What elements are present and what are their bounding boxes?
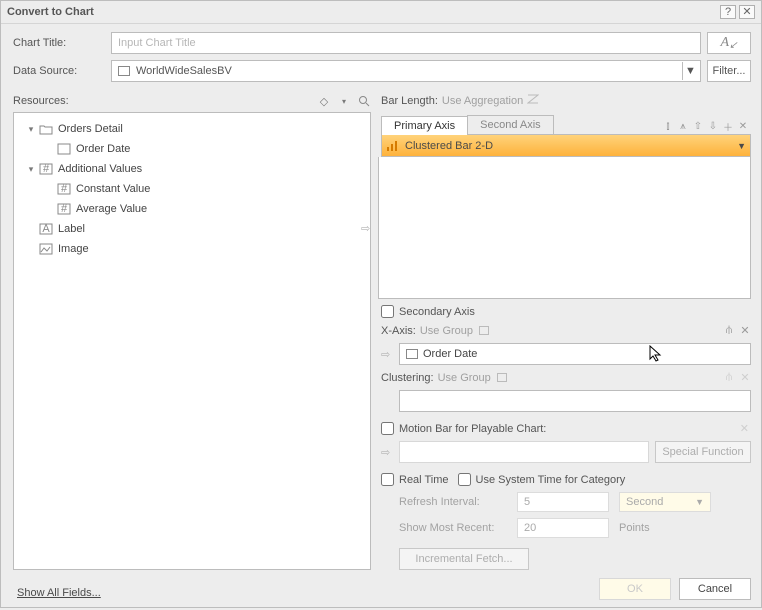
chart-title-label: Chart Title: (13, 37, 105, 49)
chart-title-row: Chart Title: A↙ (13, 32, 751, 54)
clustering-field[interactable] (399, 390, 751, 412)
bar-length-hint: Use Aggregation (442, 95, 523, 107)
sort-icon[interactable]: ◇ (317, 94, 331, 108)
refresh-interval-label: Refresh Interval: (399, 496, 507, 508)
datasource-icon (118, 66, 130, 76)
move-up-icon[interactable]: ⇧ (692, 121, 704, 132)
clustering-label: Clustering: (381, 372, 434, 384)
aggregation-icon (527, 94, 539, 107)
svg-text:#: # (61, 203, 68, 215)
remove-icon: ✕ (740, 422, 749, 435)
dropdown-icon[interactable]: ▼ (737, 141, 746, 151)
chart-type-select[interactable]: Clustered Bar 2-D ▼ (381, 135, 751, 157)
date-icon (56, 142, 72, 156)
data-source-value: WorldWideSalesBV (136, 65, 232, 77)
text-icon: A (38, 222, 54, 236)
tree-node-order-date[interactable]: Order Date (18, 139, 366, 159)
tree-node-additional-values[interactable]: ▾ # Additional Values (18, 159, 366, 179)
refresh-interval-unit[interactable]: Second ▼ (619, 492, 711, 512)
group-icon (497, 373, 507, 382)
move-down-icon[interactable]: ⇩ (707, 121, 719, 132)
font-button[interactable]: A↙ (707, 32, 751, 54)
svg-text:A: A (42, 223, 50, 235)
bar-length-label: Bar Length: (381, 95, 438, 107)
svg-text:#: # (61, 183, 68, 195)
show-all-fields-link[interactable]: Show All Fields... (17, 587, 101, 599)
xaxis-label: X-Axis: (381, 325, 416, 337)
dropdown-icon[interactable]: ▾ (337, 94, 351, 108)
xaxis-hint: Use Group (420, 325, 473, 337)
clustering-hint: Use Group (438, 372, 491, 384)
dropdown-icon[interactable]: ▼ (682, 62, 698, 80)
titlebar: Convert to Chart ? ✕ (1, 1, 761, 24)
remove-icon: ✕ (739, 371, 751, 384)
show-most-recent-label: Show Most Recent: (399, 522, 507, 534)
move-right-icon: ⇨ (381, 348, 395, 361)
move-right-icon: ⇨ (381, 446, 395, 459)
svg-text:#: # (43, 163, 50, 175)
tree-node-image[interactable]: Image (18, 239, 366, 259)
secondary-axis-checkbox[interactable] (381, 305, 394, 318)
chart-type-value: Clustered Bar 2-D (405, 140, 493, 152)
bar-chart-icon (386, 140, 400, 152)
expand-icon[interactable]: ▾ (24, 124, 38, 135)
xaxis-value: Order Date (423, 348, 477, 360)
use-system-time-label: Use System Time for Category (476, 474, 626, 486)
chart-title-input[interactable] (111, 32, 701, 54)
motion-bar-label: Motion Bar for Playable Chart: (399, 423, 546, 435)
group-icon (479, 326, 489, 335)
ok-button: OK (599, 578, 671, 600)
secondary-axis-label: Secondary Axis (399, 306, 475, 318)
show-most-recent-input[interactable] (517, 518, 609, 538)
motion-bar-checkbox[interactable] (381, 422, 394, 435)
resources-tree[interactable]: ▾ Orders Detail Order Date ▾ # Additiona… (13, 112, 371, 570)
date-icon (406, 349, 418, 359)
resources-label: Resources: (13, 95, 69, 107)
number-icon: # (38, 162, 54, 176)
filter-icon[interactable]: ⫛ (723, 324, 735, 337)
move-right-icon: ⇨ (361, 222, 370, 235)
add-icon[interactable]: ＋ (722, 119, 734, 134)
remove-icon[interactable]: ✕ (739, 324, 751, 337)
tab-second-axis[interactable]: Second Axis (467, 115, 554, 134)
use-system-time-checkbox[interactable] (458, 473, 471, 486)
real-time-label: Real Time (399, 474, 449, 486)
folder-icon (38, 122, 54, 136)
remove-icon[interactable]: ✕ (737, 121, 749, 132)
dialog-title: Convert to Chart (7, 6, 717, 18)
number-icon: # (56, 202, 72, 216)
incremental-fetch-button: Incremental Fetch... (399, 548, 529, 570)
filter-icon: ⫛ (723, 371, 735, 384)
data-source-select[interactable]: WorldWideSalesBV ▼ (111, 60, 701, 82)
cancel-button[interactable]: Cancel (679, 578, 751, 600)
real-time-checkbox[interactable] (381, 473, 394, 486)
help-button[interactable]: ? (720, 5, 736, 19)
tree-node-constant-value[interactable]: # Constant Value (18, 179, 366, 199)
xaxis-field[interactable]: Order Date (399, 343, 751, 365)
search-icon[interactable] (357, 94, 371, 108)
refresh-interval-input[interactable] (517, 492, 609, 512)
image-icon (38, 242, 54, 256)
tree-node-average-value[interactable]: # Average Value (18, 199, 366, 219)
show-most-recent-unit: Points (619, 522, 711, 534)
chart-icon[interactable]: ⫾ (662, 121, 674, 132)
expand-icon[interactable]: ▾ (24, 164, 38, 175)
dropdown-icon[interactable]: ▼ (695, 497, 704, 507)
tab-primary-axis[interactable]: Primary Axis (381, 116, 468, 135)
motion-bar-field[interactable] (399, 441, 649, 463)
special-function-button: Special Function (655, 441, 751, 463)
data-source-row: Data Source: WorldWideSalesBV ▼ Filter..… (13, 60, 751, 82)
filter-button[interactable]: Filter... (707, 60, 751, 82)
tree-node-label[interactable]: A Label (18, 219, 366, 239)
bar-length-dropzone[interactable] (378, 157, 751, 299)
number-icon: # (56, 182, 72, 196)
tree-node-orders-detail[interactable]: ▾ Orders Detail (18, 119, 366, 139)
close-button[interactable]: ✕ (739, 5, 755, 19)
trend-icon[interactable]: ⩚ (677, 121, 689, 132)
data-source-label: Data Source: (13, 65, 105, 77)
